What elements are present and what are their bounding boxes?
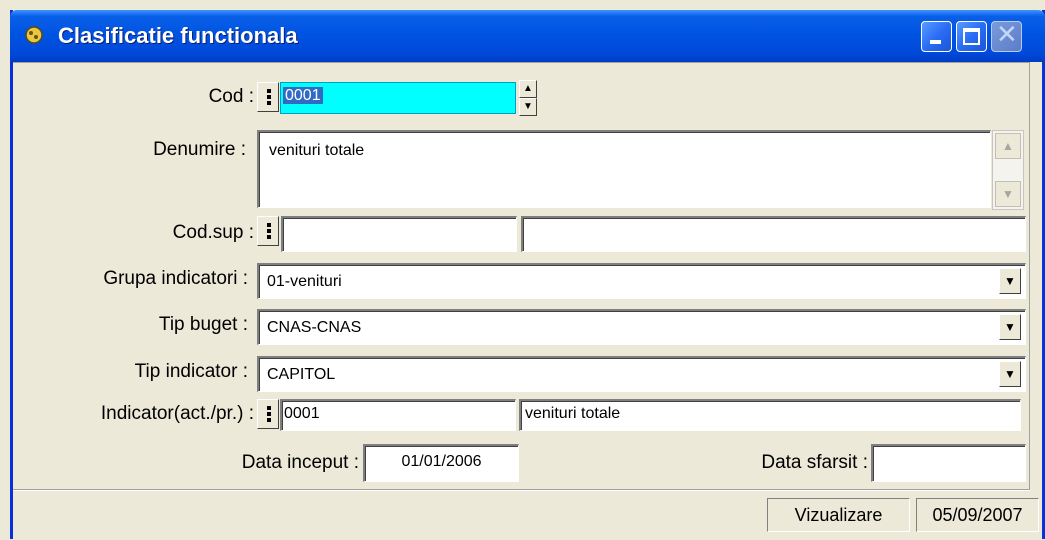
cod-value: 0001 (283, 87, 323, 104)
cod-lookup-button[interactable] (257, 82, 279, 112)
denumire-scrollbar[interactable]: ▲ ▼ (992, 130, 1024, 210)
dots-icon (267, 89, 271, 93)
minimize-icon (930, 40, 941, 44)
data-sfarsit-input[interactable] (871, 444, 1026, 482)
data-inceput-label: Data inceput : (241, 452, 359, 473)
close-button[interactable]: ✕ (991, 20, 1022, 52)
close-icon: ✕ (996, 20, 1018, 50)
grupa-indicatori-label: Grupa indicatori : (103, 268, 248, 289)
dots-icon (267, 223, 271, 227)
indicator-description-value: venituri totale (525, 405, 621, 422)
tip-buget-value: CNAS-CNAS (267, 319, 362, 336)
maximize-icon (963, 28, 980, 45)
status-mode: Vizualizare (767, 498, 910, 532)
scroll-up-icon[interactable]: ▲ (995, 133, 1021, 159)
cod-spinner[interactable]: ▲ ▼ (519, 80, 537, 116)
data-inceput-input[interactable]: 01/01/2006 (363, 444, 519, 482)
status-mode-value: Vizualizare (794, 505, 883, 525)
chevron-down-icon[interactable]: ▼ (999, 314, 1021, 340)
cod-input[interactable]: 0001 (280, 82, 516, 114)
tip-indicator-value: CAPITOL (267, 366, 336, 383)
indicator-input[interactable]: 0001 (280, 399, 516, 431)
denumire-textarea[interactable]: venituri totale (257, 130, 991, 208)
indicator-lookup-button[interactable] (257, 399, 279, 429)
tip-indicator-label: Tip indicator : (134, 361, 248, 382)
cod-sup-lookup-button[interactable] (257, 216, 279, 246)
status-date: 05/09/2007 (916, 498, 1039, 532)
minimize-button[interactable] (921, 21, 952, 52)
denumire-value: venituri totale (269, 142, 365, 159)
tip-indicator-select[interactable]: CAPITOL (257, 356, 1026, 392)
chevron-down-icon[interactable]: ▼ (999, 268, 1021, 294)
tip-buget-label: Tip buget : (158, 314, 248, 335)
spin-down-icon[interactable]: ▼ (519, 98, 537, 116)
title-bar[interactable]: Clasificatie functionala ✕ (10, 10, 1045, 62)
dots-icon (267, 406, 271, 410)
grupa-indicatori-value: 01-venituri (267, 273, 342, 290)
maximize-button[interactable] (956, 21, 987, 52)
data-sfarsit-label: Data sfarsit : (761, 452, 868, 473)
cod-sup-description[interactable] (521, 216, 1026, 252)
tip-buget-select[interactable]: CNAS-CNAS (257, 309, 1026, 345)
status-date-value: 05/09/2007 (932, 505, 1023, 525)
cod-label: Cod : (208, 86, 254, 107)
cod-sup-input[interactable] (281, 216, 517, 252)
indicator-label: Indicator(act./pr.) : (100, 403, 254, 424)
indicator-description[interactable]: venituri totale (519, 399, 1021, 431)
grupa-indicatori-select[interactable]: 01-venituri (257, 263, 1026, 299)
spin-up-icon[interactable]: ▲ (519, 80, 537, 98)
window-title: Clasificatie functionala (58, 23, 298, 48)
cod-sup-label: Cod.sup : (172, 222, 254, 243)
denumire-label: Denumire : (153, 139, 246, 160)
app-icon (25, 26, 43, 44)
scroll-down-icon[interactable]: ▼ (995, 181, 1021, 207)
indicator-value: 0001 (284, 405, 320, 422)
data-inceput-value: 01/01/2006 (401, 453, 482, 470)
chevron-down-icon[interactable]: ▼ (999, 361, 1021, 387)
